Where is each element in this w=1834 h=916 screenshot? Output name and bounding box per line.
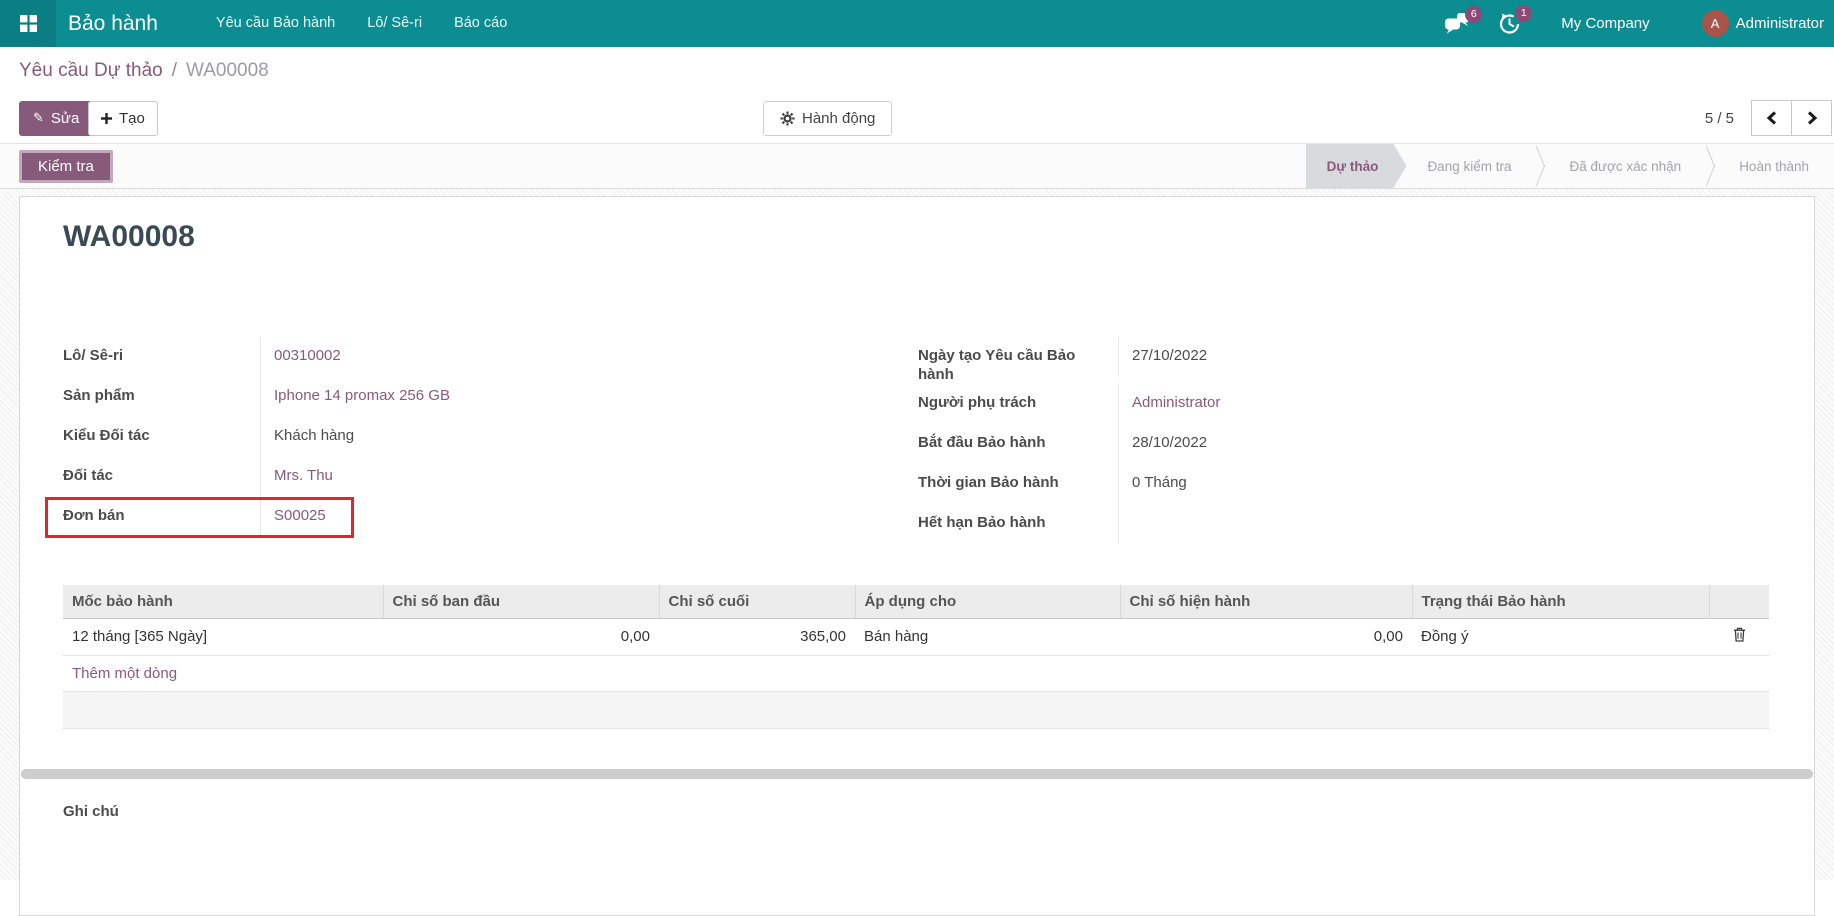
activities-button[interactable]: 1 [1498,12,1521,35]
cell-final-index: 365,00 [659,618,855,655]
breadcrumb-parent-link[interactable]: Yêu cầu Dự thảo [19,60,163,82]
column-header-warranty-status[interactable]: Trạng thái Bảo hành [1412,585,1709,618]
field-value-warranty-start: 28/10/2022 [1132,434,1207,451]
field-label: Người phụ trách [918,384,1118,412]
field-label: Thời gian Bảo hành [918,464,1118,492]
cell-warranty-status: Đồng ý [1412,618,1709,655]
field-value-partner[interactable]: Mrs. Thu [274,467,333,484]
pencil-icon: ✎ [33,110,44,126]
column-header-final-index[interactable]: Chỉ số cuối [659,585,855,618]
column-header-actions [1709,585,1769,618]
menu-warranty-requests[interactable]: Yêu cầu Bảo hành [200,0,351,47]
breadcrumb-current: WA00008 [186,60,269,82]
add-line-row: Thêm một dòng [63,655,1769,691]
chevron-right-icon [1806,111,1818,125]
cell-apply-to: Bán hàng [855,618,1120,655]
field-value-responsible[interactable]: Administrator [1132,394,1220,411]
field-label: Đơn bán [63,497,260,525]
gear-icon [780,111,795,126]
field-group-right: Ngày tạo Yêu cầu Bảo hành 27/10/2022 Ngư… [918,337,1738,544]
pager-previous-button[interactable] [1751,100,1792,136]
status-step-checking[interactable]: Đang kiểm tra [1406,144,1532,188]
trash-icon [1733,627,1746,642]
cell-milestone: 12 tháng [365 Ngày] [63,618,383,655]
warranty-milestones-table: Mốc bảo hành Chỉ số ban đầu Chỉ số cuối … [63,585,1769,729]
form-sheet: WA00008 Lô/ Sê-ri 00310002 Sản phẩm Ipho… [19,196,1815,916]
status-step-separator [1702,144,1718,188]
column-header-apply-to[interactable]: Áp dụng cho [855,585,1120,618]
column-header-initial-index[interactable]: Chỉ số ban đầu [383,585,659,618]
apps-grid-icon [20,15,37,32]
cell-current-index: 0,00 [1120,618,1412,655]
field-row-product: Sản phẩm Iphone 14 promax 256 GB [63,377,883,417]
apps-menu-button[interactable] [0,0,56,47]
notes-label: Ghi chú [63,803,119,820]
field-label: Đối tác [63,457,260,485]
action-menu-button[interactable]: Hành động [763,101,892,136]
field-label: Bắt đầu Bảo hành [918,424,1118,452]
plus-icon [101,113,112,124]
field-row-created-date: Ngày tạo Yêu cầu Bảo hành 27/10/2022 [918,337,1738,384]
table-header-row: Mốc bảo hành Chỉ số ban đầu Chỉ số cuối … [63,585,1769,618]
field-row-responsible: Người phụ trách Administrator [918,384,1738,424]
field-row-partner: Đối tác Mrs. Thu [63,457,883,497]
form-view-background: WA00008 Lô/ Sê-ri 00310002 Sản phẩm Ipho… [0,189,1834,880]
create-button[interactable]: Tạo [88,101,158,136]
main-menu: Yêu cầu Bảo hành Lô/ Sê-ri Báo cáo [200,0,523,47]
cell-initial-index: 0,00 [383,618,659,655]
pager-next-button[interactable] [1791,100,1832,136]
horizontal-scrollbar[interactable] [21,769,1813,779]
table-row[interactable]: 12 tháng [365 Ngày] 0,00 365,00 Bán hàng… [63,618,1769,655]
field-label: Hết hạn Bảo hành [918,504,1118,532]
edit-button[interactable]: ✎ Sửa [19,101,93,136]
empty-stripe-row [63,691,1769,728]
chevron-left-icon [1766,111,1778,125]
pager-value: 5 / 5 [1705,110,1734,127]
status-step-done[interactable]: Hoàn thành [1718,144,1830,188]
field-row-warranty-start: Bắt đầu Bảo hành 28/10/2022 [918,424,1738,464]
field-label: Ngày tạo Yêu cầu Bảo hành [918,337,1118,384]
breadcrumb-separator: / [172,60,177,82]
breadcrumb: Yêu cầu Dự thảo / WA00008 [0,47,1834,95]
messages-button[interactable]: 6 [1444,13,1471,34]
field-value-partner-type: Khách hàng [274,427,354,444]
field-label: Sản phẩm [63,377,260,405]
column-header-current-index[interactable]: Chỉ số hiện hành [1120,585,1412,618]
menu-lot-serial[interactable]: Lô/ Sê-ri [351,0,438,47]
record-title: WA00008 [63,220,195,254]
status-step-separator [1532,144,1548,188]
field-value-warranty-duration: 0 Tháng [1132,474,1187,491]
check-button[interactable]: Kiểm tra [19,150,113,183]
delete-row-button[interactable] [1709,618,1769,655]
app-title[interactable]: Bảo hành [68,12,158,36]
field-value-product[interactable]: Iphone 14 promax 256 GB [274,387,450,404]
status-step-draft[interactable]: Dự thảo [1306,144,1407,188]
field-value-sale-order[interactable]: S00025 [274,507,326,524]
add-line-link[interactable]: Thêm một dòng [63,655,1769,691]
field-label: Kiểu Đối tác [63,417,260,445]
field-row-sale-order: Đơn bán S00025 [63,497,883,537]
navbar-systray: 6 1 My Company A Administrator [1444,10,1824,37]
field-row-lot-serial: Lô/ Sê-ri 00310002 [63,337,883,377]
messages-count-badge: 6 [1465,6,1482,23]
field-row-partner-type: Kiểu Đối tác Khách hàng [63,417,883,457]
top-navbar: Bảo hành Yêu cầu Bảo hành Lô/ Sê-ri Báo … [0,0,1834,47]
column-header-milestone[interactable]: Mốc bảo hành [63,585,383,618]
status-step-confirmed[interactable]: Đã được xác nhận [1548,144,1702,188]
control-panel-buttons: ✎ Sửa Tạo Hành động 5 / 5 [0,95,1834,143]
statusbar-row: Kiểm tra Dự thảo Đang kiểm tra Đã được x… [0,143,1834,189]
field-row-warranty-duration: Thời gian Bảo hành 0 Tháng [918,464,1738,504]
user-menu[interactable]: Administrator [1736,15,1824,32]
menu-reports[interactable]: Báo cáo [438,0,523,47]
field-label: Lô/ Sê-ri [63,337,260,365]
company-switcher[interactable]: My Company [1561,15,1649,32]
record-pager: 5 / 5 [1705,100,1832,136]
field-group-left: Lô/ Sê-ri 00310002 Sản phẩm Iphone 14 pr… [63,337,883,537]
field-value-created-date: 27/10/2022 [1132,347,1207,364]
statusbar: Dự thảo Đang kiểm tra Đã được xác nhận H… [1306,144,1830,188]
field-value-lot-serial[interactable]: 00310002 [274,347,341,364]
user-avatar[interactable]: A [1702,10,1729,37]
activities-count-badge: 1 [1515,5,1532,22]
field-row-warranty-expiry: Hết hạn Bảo hành [918,504,1738,544]
